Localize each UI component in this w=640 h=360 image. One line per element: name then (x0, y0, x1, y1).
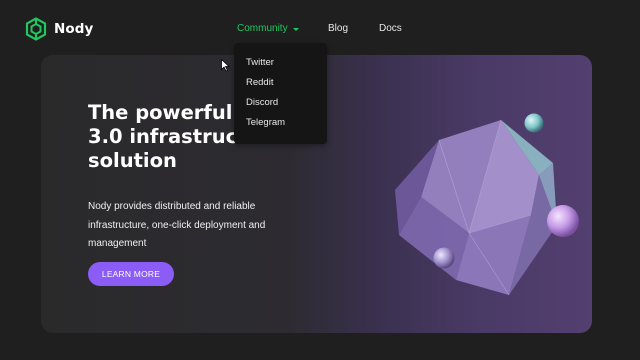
main-nav: Community Blog Docs (237, 23, 402, 34)
learn-more-button[interactable]: LEARN MORE (88, 262, 174, 286)
nav-community[interactable]: Community (237, 23, 299, 34)
dropdown-item-reddit[interactable]: Reddit (246, 77, 273, 88)
brand-logo[interactable]: Nody (25, 17, 93, 41)
caret-down-icon (292, 27, 299, 31)
brand-name: Nody (54, 21, 94, 37)
nav-community-label: Community (237, 23, 288, 34)
dropdown-item-discord[interactable]: Discord (246, 97, 278, 108)
nav-docs[interactable]: Docs (379, 23, 402, 34)
hero-description: Nody provides distributed and reliable i… (88, 201, 266, 249)
dropdown-item-twitter[interactable]: Twitter (246, 57, 274, 68)
crystal-illustration (381, 105, 581, 330)
dropdown-item-telegram[interactable]: Telegram (246, 117, 285, 128)
hexagon-logo-icon (25, 17, 47, 41)
nav-blog[interactable]: Blog (328, 23, 348, 34)
hero-title-line-3: solution (88, 149, 177, 172)
page: Nody Community Blog Docs The powerful w … (0, 0, 640, 360)
mouse-cursor-icon (221, 58, 231, 77)
hero-title-line-1: The powerful w (88, 101, 258, 124)
community-dropdown: Twitter Reddit Discord Telegram (234, 43, 327, 144)
